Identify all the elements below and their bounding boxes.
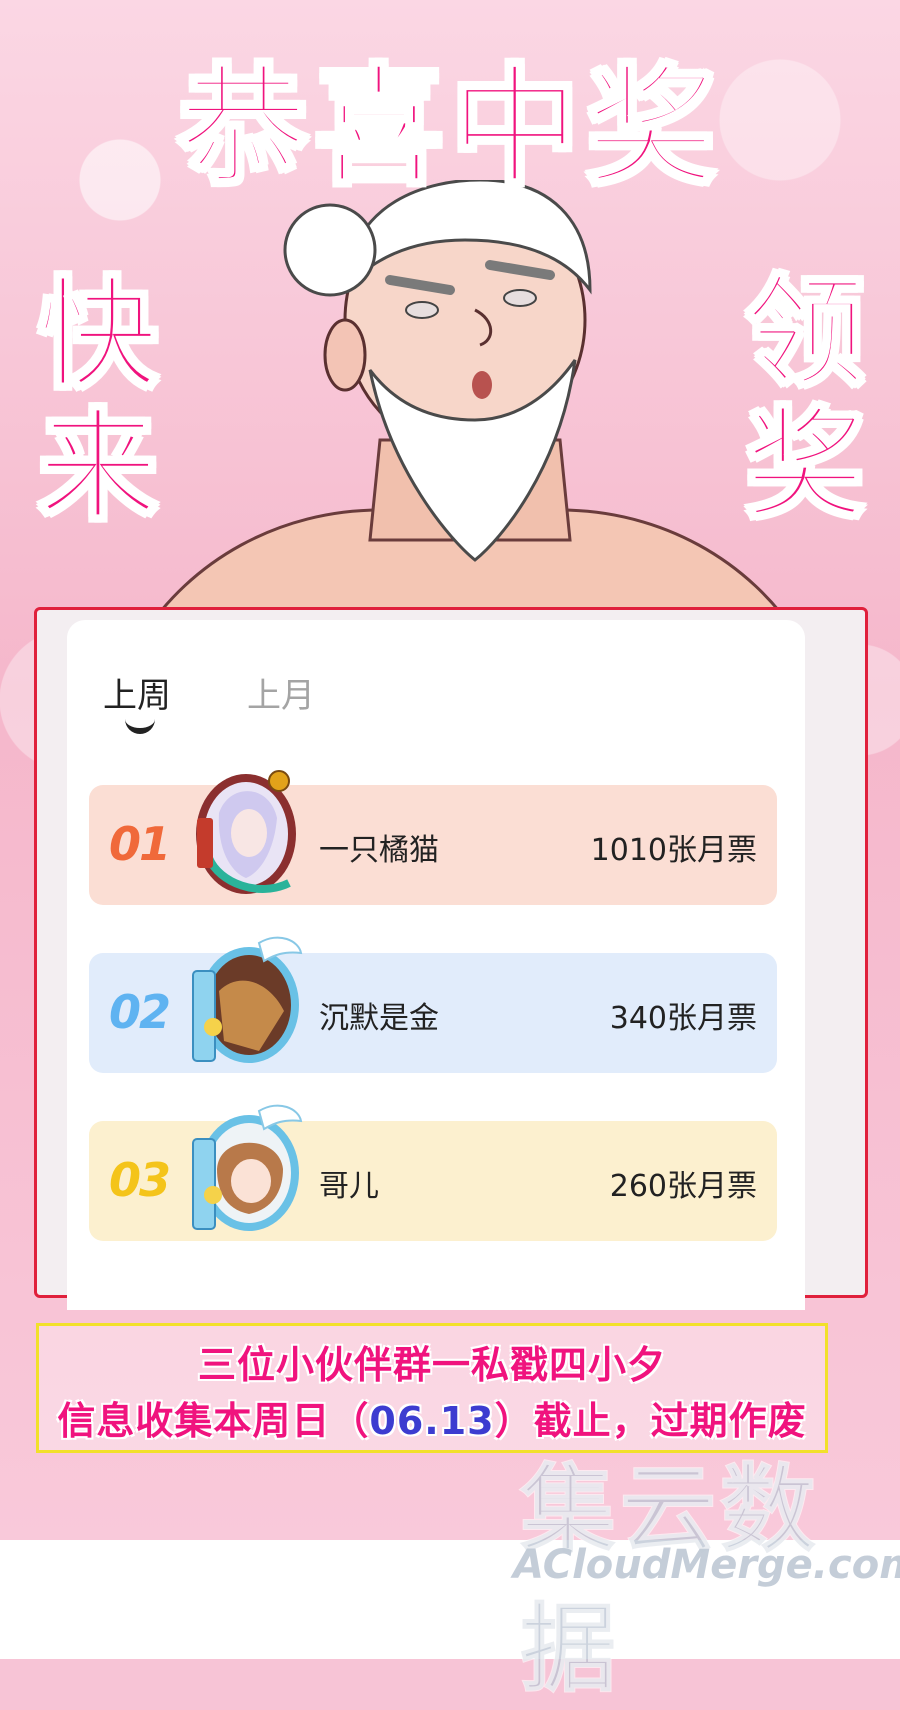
user-name: 哥儿 [319, 1169, 379, 1204]
user-avatar-with-frame[interactable] [189, 1099, 303, 1241]
user-avatar-with-frame[interactable] [189, 763, 303, 905]
come-quickly-vertical-text: 快来 [37, 266, 160, 537]
monthly-ticket-count: 1010张月票 [590, 833, 757, 868]
monthly-ticket-count: 260张月票 [609, 1169, 757, 1204]
ranking-row-1[interactable]: 01 一只橘猫 1010张月票 [89, 770, 777, 905]
tab-last-week[interactable]: 上周 [103, 668, 171, 717]
ranking-screenshot-frame: 上周 上月 01 一只橘猫 1010张月票 02 沉默是金 340张月票 03 … [34, 607, 868, 1310]
rank-number: 03 [109, 1153, 171, 1207]
notice-line-1: 三位小伙伴群一私戳四小夕 [197, 1343, 666, 1387]
user-avatar-with-frame[interactable] [189, 931, 303, 1073]
watermark-url: ACloudMerge.com [513, 1542, 900, 1588]
rank-number: 02 [109, 985, 171, 1039]
old-man-illustration [138, 180, 802, 640]
rank-number: 01 [109, 817, 171, 871]
congrats-title: 恭喜中奖 [176, 49, 722, 205]
ranking-row-2[interactable]: 02 沉默是金 340张月票 [89, 936, 777, 1073]
notice-line-2-prefix: 信息收集本周日（ [57, 1399, 370, 1443]
claim-prize-vertical-text: 领奖 [744, 264, 867, 535]
deadline-date: 06.13 [369, 1399, 495, 1443]
user-name: 一只橘猫 [319, 833, 439, 868]
active-tab-indicator [125, 712, 155, 734]
monthly-ticket-count: 340张月票 [609, 1001, 757, 1036]
user-name: 沉默是金 [319, 1001, 439, 1036]
ranking-row-3[interactable]: 03 哥儿 260张月票 [89, 1104, 777, 1241]
tab-last-month[interactable]: 上月 [247, 668, 315, 717]
ranking-card: 上周 上月 01 一只橘猫 1010张月票 02 沉默是金 340张月票 03 … [67, 620, 805, 1310]
